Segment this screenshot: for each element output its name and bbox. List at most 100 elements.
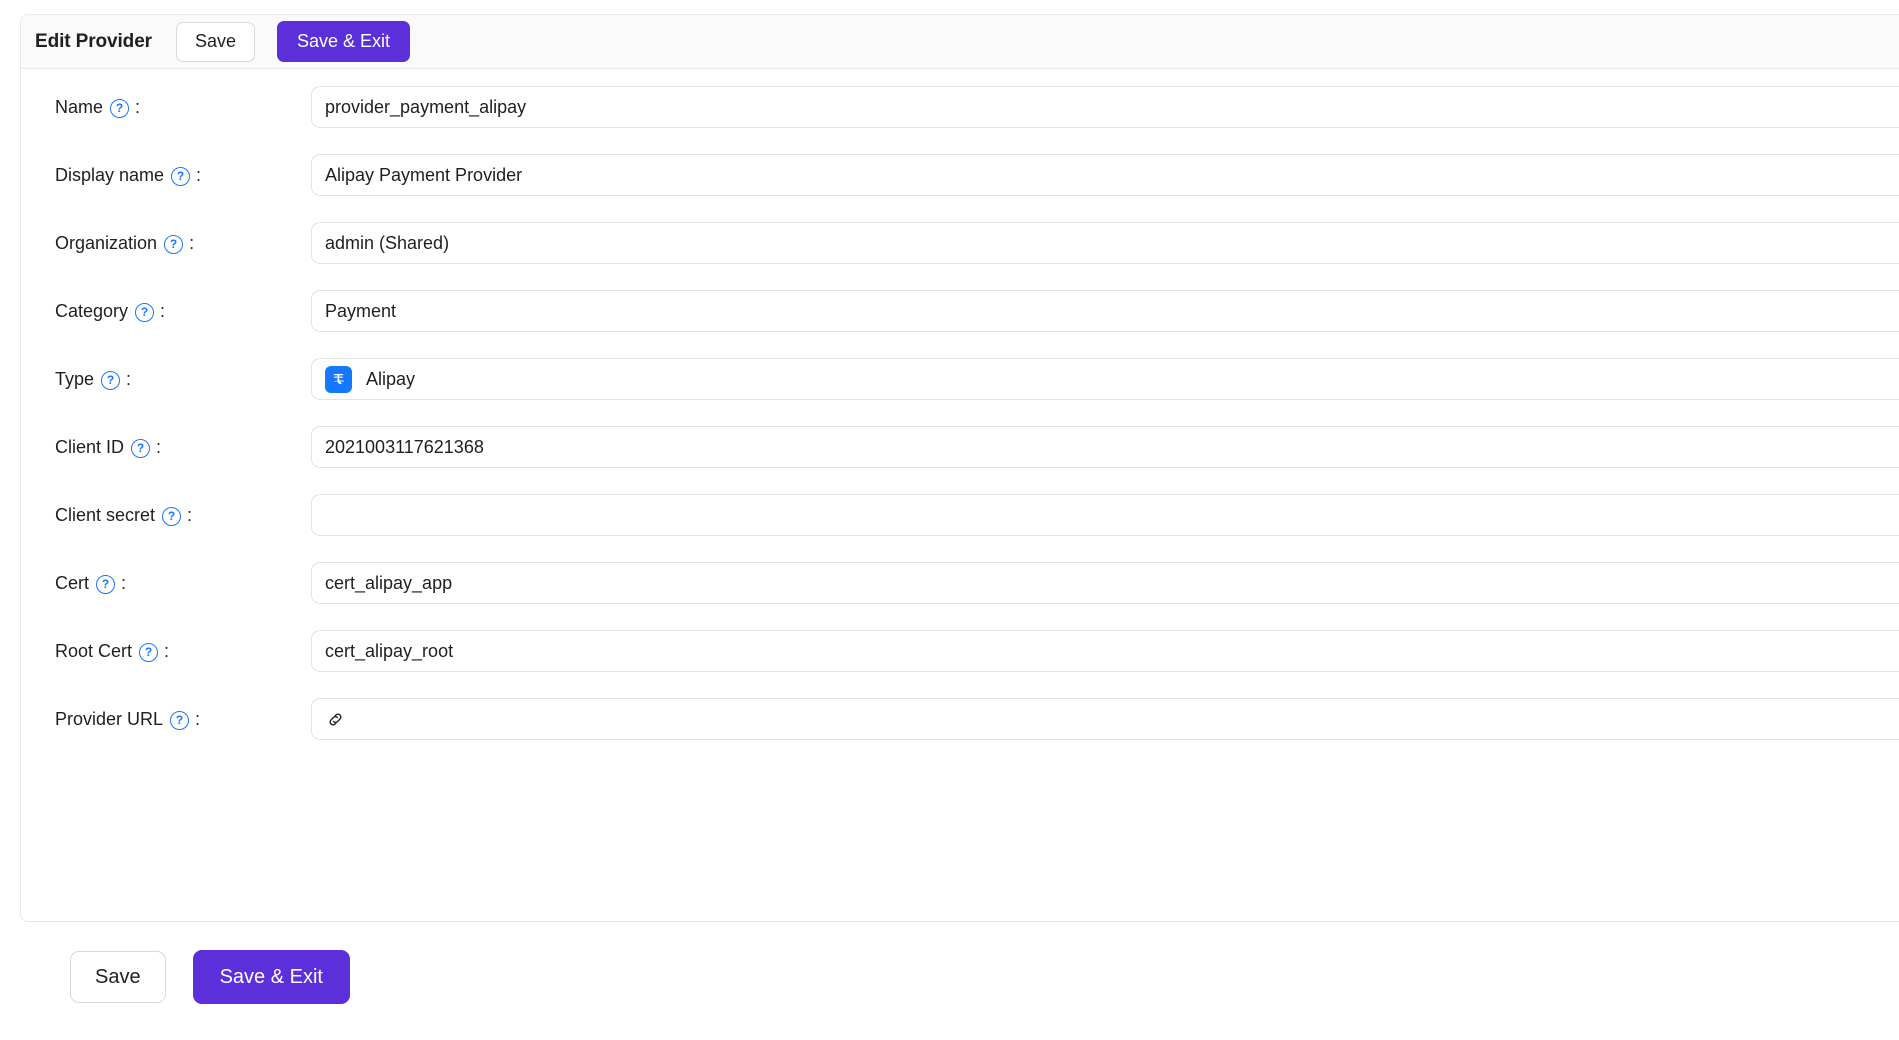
field-control-wrapper: 2021003117621368 — [293, 426, 1899, 468]
field-value: cert_alipay_app — [325, 573, 452, 594]
field-label-text: Organization — [55, 233, 157, 254]
field-label-text: Name — [55, 97, 103, 118]
question-circle-icon[interactable]: ? — [96, 575, 115, 594]
field-value: Alipay Payment Provider — [325, 165, 522, 186]
field-label: Category?: — [21, 301, 293, 322]
field-value: Alipay — [366, 369, 415, 390]
field-label: Cert?: — [21, 573, 293, 594]
question-circle-glyph: ? — [107, 374, 114, 386]
form-row: Client secret?: — [21, 481, 1899, 549]
form-footer: Save Save & Exit — [70, 950, 350, 1004]
form-row: Organization?: admin (Shared) — [21, 209, 1899, 277]
question-circle-icon[interactable]: ? — [110, 99, 129, 118]
field-label-colon: : — [187, 505, 192, 526]
field-label-text: Category — [55, 301, 128, 322]
question-circle-glyph: ? — [168, 510, 175, 522]
field-input[interactable] — [311, 698, 1899, 740]
field-label-text: Cert — [55, 573, 89, 594]
field-select[interactable]: Alipay — [311, 358, 1899, 400]
field-label: Client secret?: — [21, 505, 293, 526]
field-value: admin (Shared) — [325, 233, 449, 254]
field-input[interactable]: provider_payment_alipay — [311, 86, 1899, 128]
form-row: Display name?: Alipay Payment Provider — [21, 141, 1899, 209]
form-row: Cert?: cert_alipay_app — [21, 549, 1899, 617]
field-input[interactable]: Alipay Payment Provider — [311, 154, 1899, 196]
field-label-colon: : — [135, 97, 140, 118]
field-control-wrapper: cert_alipay_root — [293, 630, 1899, 672]
field-label-colon: : — [156, 437, 161, 458]
field-label: Provider URL?: — [21, 709, 293, 730]
field-control-wrapper: cert_alipay_app — [293, 562, 1899, 604]
question-circle-icon[interactable]: ? — [164, 235, 183, 254]
question-circle-glyph: ? — [102, 578, 109, 590]
field-input[interactable] — [311, 494, 1899, 536]
form-row: Category?: Payment — [21, 277, 1899, 345]
form-row: Client ID?: 2021003117621368 — [21, 413, 1899, 481]
field-label-colon: : — [160, 301, 165, 322]
field-select[interactable]: Payment — [311, 290, 1899, 332]
question-circle-glyph: ? — [137, 442, 144, 454]
footer-save-button[interactable]: Save — [70, 951, 166, 1003]
field-input[interactable]: 2021003117621368 — [311, 426, 1899, 468]
question-circle-glyph: ? — [176, 714, 183, 726]
question-circle-glyph: ? — [145, 646, 152, 658]
field-value: 2021003117621368 — [325, 437, 484, 458]
field-control-wrapper: Payment — [293, 290, 1899, 332]
field-control-wrapper: admin (Shared) — [293, 222, 1899, 264]
header-save-button[interactable]: Save — [176, 22, 255, 62]
field-control-wrapper — [293, 698, 1899, 740]
field-label-text: Type — [55, 369, 94, 390]
link-icon — [325, 709, 345, 729]
field-label: Name?: — [21, 97, 293, 118]
field-select[interactable]: cert_alipay_app — [311, 562, 1899, 604]
field-label-colon: : — [164, 641, 169, 662]
field-label-colon: : — [126, 369, 131, 390]
form-row: Provider URL?: — [21, 685, 1899, 753]
field-label-text: Display name — [55, 165, 164, 186]
field-control-wrapper: Alipay — [293, 358, 1899, 400]
field-control-wrapper — [293, 494, 1899, 536]
field-label-colon: : — [121, 573, 126, 594]
provider-form: Name?: provider_payment_alipay Display nam… — [21, 69, 1899, 753]
field-label-text: Root Cert — [55, 641, 132, 662]
field-select[interactable]: admin (Shared) — [311, 222, 1899, 264]
question-circle-glyph: ? — [177, 170, 184, 182]
question-circle-icon[interactable]: ? — [162, 507, 181, 526]
field-control-wrapper: Alipay Payment Provider — [293, 154, 1899, 196]
question-circle-icon[interactable]: ? — [171, 167, 190, 186]
question-circle-icon[interactable]: ? — [135, 303, 154, 322]
question-circle-icon[interactable]: ? — [101, 371, 120, 390]
field-control-wrapper: provider_payment_alipay — [293, 86, 1899, 128]
form-row: Type?: Alipay — [21, 345, 1899, 413]
field-label-text: Client ID — [55, 437, 124, 458]
field-label: Client ID?: — [21, 437, 293, 458]
question-circle-glyph: ? — [116, 102, 123, 114]
field-label-colon: : — [195, 709, 200, 730]
page-title: Edit Provider — [35, 31, 152, 53]
card-header: Edit Provider Save Save & Exit — [21, 15, 1899, 69]
field-label-colon: : — [189, 233, 194, 254]
question-circle-icon[interactable]: ? — [131, 439, 150, 458]
form-row: Root Cert?: cert_alipay_root — [21, 617, 1899, 685]
header-save-and-exit-button[interactable]: Save & Exit — [277, 21, 410, 62]
field-label-text: Provider URL — [55, 709, 163, 730]
field-value: cert_alipay_root — [325, 641, 453, 662]
footer-save-and-exit-button[interactable]: Save & Exit — [193, 950, 350, 1004]
edit-provider-card: Edit Provider Save Save & Exit Name?: pro… — [20, 14, 1899, 922]
field-label: Type?: — [21, 369, 293, 390]
edit-provider-page: Edit Provider Save Save & Exit Name?: pro… — [0, 0, 1899, 1040]
field-label-text: Client secret — [55, 505, 155, 526]
alipay-icon — [325, 366, 352, 393]
question-circle-glyph: ? — [141, 306, 148, 318]
form-row: Name?: provider_payment_alipay — [21, 73, 1899, 141]
field-label: Display name?: — [21, 165, 293, 186]
field-label-colon: : — [196, 165, 201, 186]
question-circle-icon[interactable]: ? — [139, 643, 158, 662]
field-label: Organization?: — [21, 233, 293, 254]
question-circle-glyph: ? — [170, 238, 177, 250]
field-label: Root Cert?: — [21, 641, 293, 662]
field-value: provider_payment_alipay — [325, 97, 526, 118]
question-circle-icon[interactable]: ? — [170, 711, 189, 730]
field-select[interactable]: cert_alipay_root — [311, 630, 1899, 672]
field-value: Payment — [325, 301, 396, 322]
